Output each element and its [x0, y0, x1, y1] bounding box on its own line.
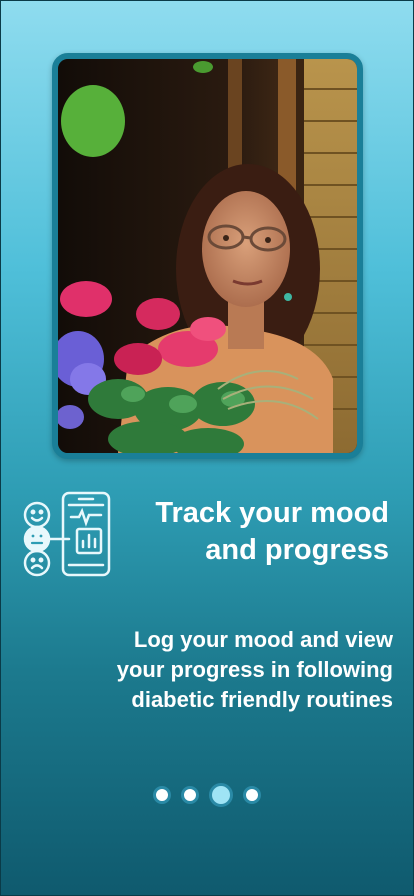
- page-dot-1[interactable]: [153, 786, 171, 804]
- page-dot-4[interactable]: [243, 786, 261, 804]
- hero-photo: [52, 53, 363, 459]
- title-line-2: and progress: [205, 534, 389, 566]
- page-dot-2[interactable]: [181, 786, 199, 804]
- title-line-1: Track your mood: [155, 497, 389, 529]
- page-indicator: [1, 783, 413, 807]
- description-line-1: Log your mood and view: [133, 627, 393, 652]
- onboarding-screen: Track your mood and progress Log your mo…: [0, 0, 414, 896]
- woman-with-flowers-illustration: [58, 59, 357, 453]
- page-dot-3-active[interactable]: [209, 783, 233, 807]
- description-line-2: your progress in following: [116, 657, 393, 682]
- onboarding-title: Track your mood and progress: [99, 495, 389, 569]
- description-line-3: diabetic friendly routines: [131, 687, 393, 712]
- onboarding-description: Log your mood and view your progress in …: [23, 625, 393, 715]
